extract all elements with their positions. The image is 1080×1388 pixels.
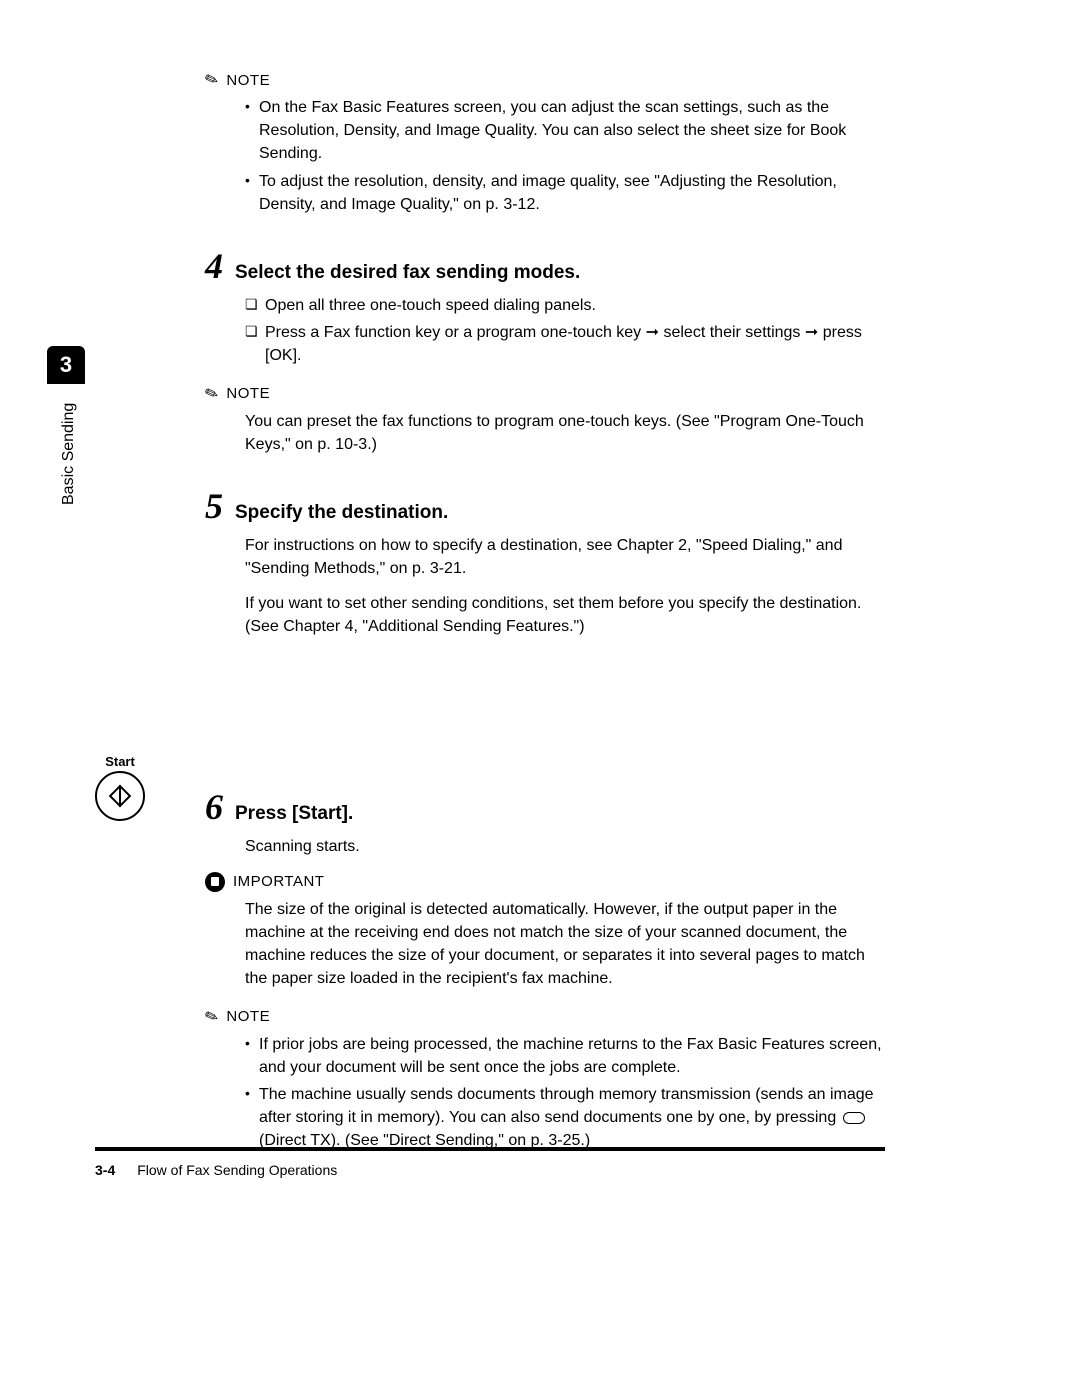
note-body-1: On the Fax Basic Features screen, you ca… [245,96,885,216]
footer-divider [95,1147,885,1151]
note-label: NOTE [226,72,270,89]
pencil-icon: ✎ [202,382,221,405]
start-button-circle [95,771,145,821]
step-title: Press [Start]. [235,803,353,825]
step-number: 6 [205,789,223,825]
list-item: On the Fax Basic Features screen, you ca… [245,96,885,166]
note-header-3: ✎ NOTE [205,1007,885,1027]
list-item: The machine usually sends documents thro… [245,1083,885,1153]
step-number: 4 [205,248,223,284]
footer-title: Flow of Fax Sending Operations [137,1162,337,1178]
page-footer: 3-4 Flow of Fax Sending Operations [95,1162,337,1178]
start-diamond-icon [109,785,132,808]
step-4-body: Open all three one-touch speed dialing p… [245,294,885,368]
note-body-3: If prior jobs are being processed, the m… [245,1033,885,1153]
step-5-body: For instructions on how to specify a des… [245,534,885,639]
page-number: 3-4 [95,1162,115,1178]
page-content: ✎ NOTE On the Fax Basic Features screen,… [205,70,885,1157]
direct-tx-icon [843,1112,865,1124]
important-icon [205,872,225,892]
start-button-label: Start [95,754,145,769]
step-4: 4 Select the desired fax sending modes. [205,248,885,284]
check-list: Open all three one-touch speed dialing p… [245,294,885,368]
side-label: Basic Sending [60,403,78,505]
step-number: 5 [205,488,223,524]
list-item: If prior jobs are being processed, the m… [245,1033,885,1079]
list-item: Open all three one-touch speed dialing p… [245,294,885,317]
side-tab-chapter: 3 [47,346,85,384]
paragraph: Scanning starts. [245,835,885,858]
paragraph: If you want to set other sending conditi… [245,592,885,638]
paragraph: For instructions on how to specify a des… [245,534,885,580]
note-list-3: If prior jobs are being processed, the m… [245,1033,885,1153]
start-button-illustration: Start [95,754,145,821]
step-5: 5 Specify the destination. [205,488,885,524]
pencil-icon: ✎ [202,1005,221,1028]
note-label: NOTE [226,385,270,402]
note-header-2: ✎ NOTE [205,384,885,404]
text-span: The machine usually sends documents thro… [259,1086,874,1126]
list-item: To adjust the resolution, density, and i… [245,170,885,216]
step-title: Select the desired fax sending modes. [235,262,580,284]
step-6: 6 Press [Start]. [205,789,885,825]
step-title: Specify the destination. [235,502,448,524]
important-label: IMPORTANT [233,873,324,890]
pencil-icon: ✎ [202,68,221,91]
note-label: NOTE [226,1008,270,1025]
important-header: IMPORTANT [205,872,885,892]
step-6-body: Scanning starts. [245,835,885,858]
note-body-2: You can preset the fax functions to prog… [245,410,885,456]
important-body: The size of the original is detected aut… [245,898,885,991]
note-header-1: ✎ NOTE [205,70,885,90]
note-list-1: On the Fax Basic Features screen, you ca… [245,96,885,216]
list-item: Press a Fax function key or a program on… [245,321,885,367]
